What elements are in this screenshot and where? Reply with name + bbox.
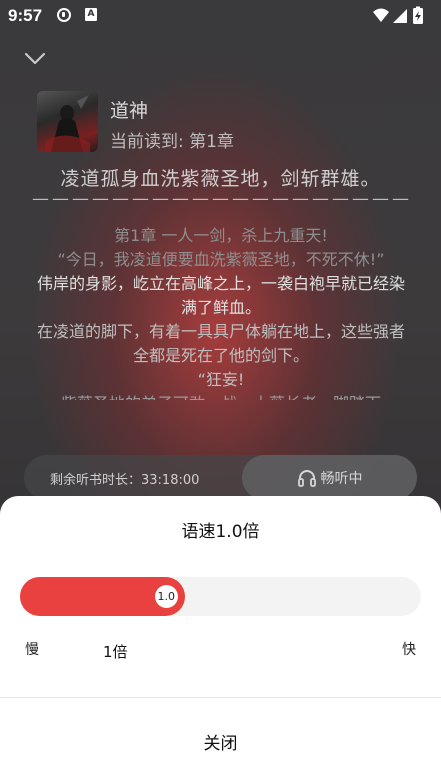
- sheet-title: 语速1.0倍: [181, 522, 260, 542]
- signal-icon: [393, 9, 407, 23]
- sync-notification-icon: [57, 8, 71, 22]
- status-time: 9:57: [8, 6, 43, 25]
- text-paragraph-cut: 紫薇圣地的弟子可敢一战，大薇长老一脚踏下: [36, 392, 406, 400]
- current-speed-label: 1倍: [103, 643, 128, 661]
- reader-text: 第1章 一人一剑，杀上九重天! “今日，我凌道便要血洗紫薇圣地，不死不休!” 伟…: [36, 224, 406, 400]
- wifi-icon: [373, 8, 389, 22]
- listen-button-label: 畅听中: [320, 470, 363, 487]
- headphones-icon: [297, 469, 316, 487]
- collapse-chevron-down-icon[interactable]: [24, 52, 46, 66]
- chapter-heading: 第1章 一人一剑，杀上九重天!: [114, 226, 328, 245]
- app-notification-icon: A: [85, 8, 97, 21]
- dashed-divider: ———————————————————————: [32, 189, 412, 209]
- book-cover-image[interactable]: [37, 91, 98, 152]
- book-title: 道神: [110, 100, 149, 122]
- status-bar: 9:57 A: [0, 0, 441, 32]
- system-status-icons: [373, 6, 423, 24]
- listen-bar: 剩余听书时长：33:18:00 畅听中: [24, 455, 417, 500]
- fast-label: 快: [402, 642, 416, 658]
- text-paragraph: 在凌道的脚下，有着一具具尸体躺在地上，这些强者全都是死在了他的剑下。: [36, 322, 405, 365]
- text-paragraph-highlight: 伟岸的身影，屹立在高峰之上，一袭白袍早就已经染满了鲜血。: [36, 274, 405, 317]
- text-paragraph: “今日，我凌道便要血洗紫薇圣地，不死不休!”: [57, 250, 385, 269]
- close-button[interactable]: 关闭: [0, 698, 441, 784]
- slow-label: 慢: [25, 642, 39, 658]
- speed-slider-thumb[interactable]: 1.0: [154, 585, 178, 608]
- book-summary: 凌道孤身血洗紫薇圣地，剑斩群雄。: [60, 168, 381, 190]
- text-paragraph: “狂妄!: [197, 370, 245, 389]
- speed-bottom-sheet: 语速1.0倍 1.0 慢 1倍 快 关闭: [0, 496, 441, 784]
- speed-slider[interactable]: 1.0: [20, 577, 421, 616]
- remaining-listen-time: 剩余听书时长：33:18:00: [50, 473, 200, 488]
- unlimited-listen-button[interactable]: 畅听中: [242, 455, 417, 500]
- reading-progress: 当前读到: 第1章: [110, 132, 234, 152]
